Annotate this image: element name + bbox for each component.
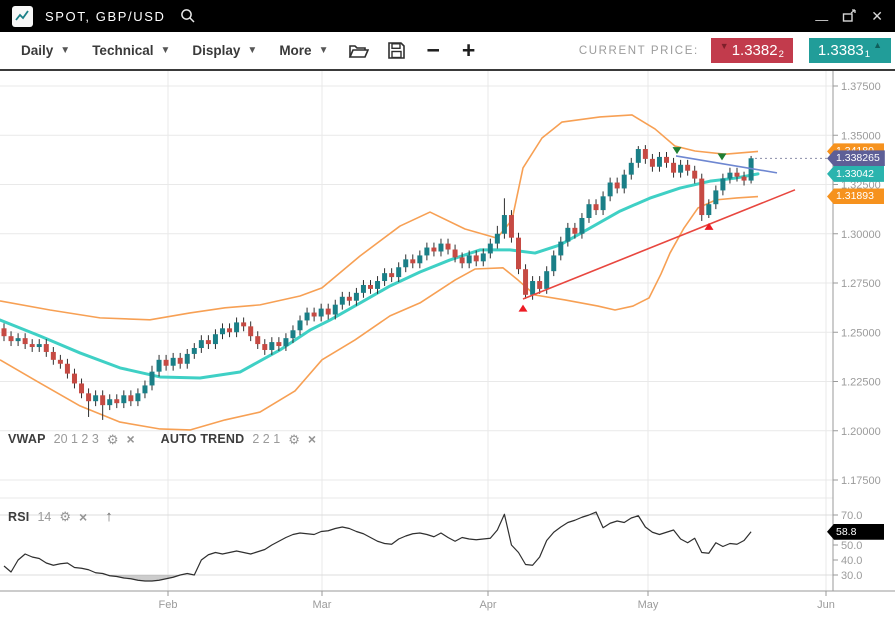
svg-text:1.25000: 1.25000 [841,327,881,339]
rsi-settings-gear-icon[interactable]: ⚙ [59,510,71,523]
svg-text:1.27500: 1.27500 [841,278,881,290]
autotrend-settings-gear-icon[interactable]: ⚙ [288,433,300,446]
price-tag-last-price: 1.338265 [827,150,885,166]
gridlines [0,71,833,591]
vwap-settings-gear-icon[interactable]: ⚙ [107,433,119,446]
restore-button[interactable] [842,9,857,23]
svg-text:1.37500: 1.37500 [841,81,881,93]
bollinger-upper-line [0,115,758,320]
rsi-overbought-fill [4,512,751,581]
svg-text:1.30000: 1.30000 [841,229,881,241]
bollinger-lower-line [0,197,758,430]
price-tag-bb-lower: 1.31893 [827,188,884,204]
vwap-indicator-row: VWAP 20 1 2 3 ⚙ × AUTO TREND 2 2 1 ⚙ × [8,432,316,446]
window-controls: — ✕ [815,8,883,25]
rsi-indicator-row: RSI 14 ⚙ × ↑ [8,509,113,524]
autotrend-indicator-params: 2 2 1 [252,432,280,446]
autotrend-indicator-name: AUTO TREND [161,432,245,446]
svg-text:30.0: 30.0 [841,570,862,582]
more-menu[interactable]: More ▼ [268,43,339,58]
title-bar: SPOT, GBP/USD — ✕ [0,0,895,32]
svg-text:1.22500: 1.22500 [841,377,881,389]
vwap-indicator-name: VWAP [8,432,46,446]
current-price-zone: CURRENT PRICE: ▼ 1.3382 2 1.3383 1 ▲ [579,38,891,63]
more-menu-label: More [279,43,311,58]
zoom-out-button[interactable]: − [415,39,450,62]
svg-text:Jun: Jun [817,599,835,611]
svg-text:1.35000: 1.35000 [841,130,881,142]
arrow-up-icon: ▲ [873,40,882,50]
timeframe-menu-label: Daily [21,43,53,58]
svg-text:May: May [638,599,659,611]
svg-text:1.17500: 1.17500 [841,475,881,487]
svg-text:Mar: Mar [313,599,332,611]
chevron-down-icon: ▼ [319,45,329,56]
display-menu-label: Display [192,43,240,58]
rsi-move-up-icon[interactable]: ↑ [105,509,113,524]
vwap-remove-icon[interactable]: × [126,432,134,446]
buy-marker-icon [519,305,528,312]
search-icon[interactable] [180,8,196,24]
chevron-down-icon: ▼ [60,45,70,56]
rsi-indicator-params: 14 [37,510,51,524]
rsi-oversold-fill [4,512,751,581]
chart-title: SPOT, GBP/USD [45,9,166,24]
bid-price-pip: 2 [779,49,784,60]
timeframe-menu[interactable]: Daily ▼ [10,43,81,58]
minimize-button[interactable]: — [815,12,828,27]
technical-menu[interactable]: Technical ▼ [81,43,181,58]
technical-menu-label: Technical [92,43,153,58]
rsi-line [4,512,751,581]
vwap-line [0,174,758,378]
zoom-in-button[interactable]: + [451,39,486,62]
svg-text:Feb: Feb [159,599,178,611]
display-menu[interactable]: Display ▼ [181,43,268,58]
rsi-value-tag: 58.8 [827,524,884,540]
bid-price-badge[interactable]: ▼ 1.3382 2 [711,38,793,63]
axes: 1.375001.350001.325001.300001.275001.250… [0,71,895,611]
svg-text:40.0: 40.0 [841,555,862,567]
chevron-down-icon: ▼ [160,45,170,56]
autotrend-remove-icon[interactable]: × [308,432,316,446]
price-tag-vwap: 1.33042 [827,166,884,182]
sell-marker-icon [718,153,727,160]
current-price-label: CURRENT PRICE: [579,45,699,57]
svg-text:Apr: Apr [479,599,496,611]
chart-area[interactable]: 1.375001.350001.325001.300001.275001.250… [0,71,895,621]
toolbar: Daily ▼ Technical ▼ Display ▼ More ▼ − + CUR… [0,32,895,71]
ask-price-pip: 1 [865,49,870,60]
vwap-indicator-params: 20 1 2 3 [54,432,99,446]
close-button[interactable]: ✕ [871,8,883,25]
rsi-indicator-name: RSI [8,510,29,524]
save-icon[interactable] [378,41,415,60]
bid-price-value: 1.3382 [732,42,778,59]
ask-price-value: 1.3383 [818,42,864,59]
chevron-down-icon: ▼ [247,45,257,56]
svg-text:70.0: 70.0 [841,510,862,522]
svg-text:50.0: 50.0 [841,540,862,552]
arrow-down-icon: ▼ [720,41,729,51]
ask-price-badge[interactable]: 1.3383 1 ▲ [809,38,891,63]
chart-canvas[interactable]: 1.375001.350001.325001.300001.275001.250… [0,71,895,621]
open-folder-icon[interactable] [339,42,378,60]
sell-marker-icon [673,147,682,154]
rsi-remove-icon[interactable]: × [79,510,87,524]
svg-text:1.20000: 1.20000 [841,426,881,438]
app-logo-icon [12,6,33,27]
